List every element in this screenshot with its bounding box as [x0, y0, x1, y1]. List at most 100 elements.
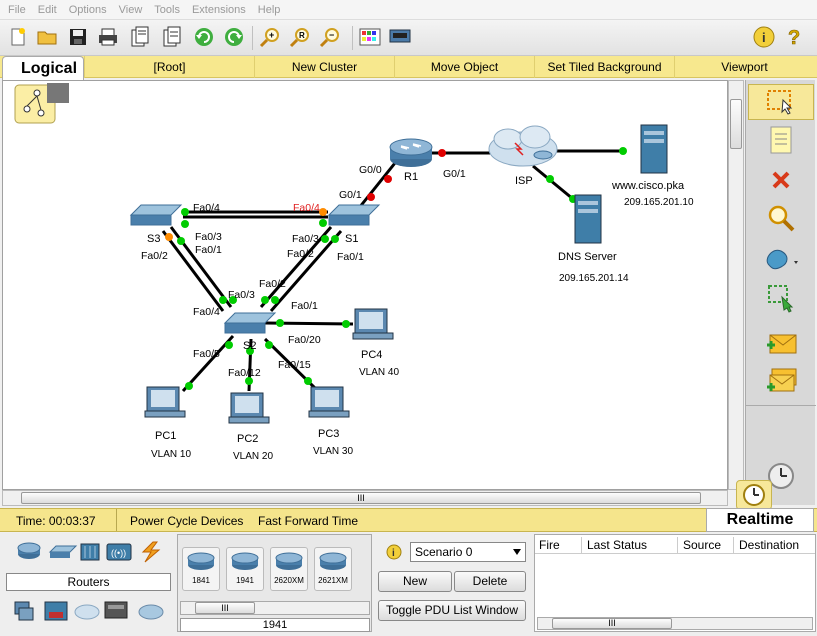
logical-tab[interactable]: Logical [2, 56, 84, 82]
add-complex-pdu-icon[interactable] [748, 364, 814, 400]
end-devices-category-icon[interactable] [14, 601, 34, 621]
vertical-scroll-thumb[interactable] [730, 99, 742, 149]
zoom-in-icon[interactable]: + [258, 25, 282, 49]
menu-view[interactable]: View [119, 4, 143, 16]
multiuser-category-icon[interactable] [138, 604, 164, 620]
info-icon[interactable]: i [752, 25, 776, 49]
pc4-icon[interactable] [352, 308, 394, 340]
logical-view-icon[interactable] [14, 83, 69, 124]
scenario-select[interactable]: Scenario 0 [410, 542, 526, 562]
model-2621xm[interactable]: 2621XM [314, 547, 352, 591]
menu-extensions[interactable]: Extensions [192, 4, 246, 16]
undo-icon[interactable] [192, 25, 216, 49]
palette-icon[interactable] [358, 25, 382, 49]
save-icon[interactable] [66, 25, 90, 49]
main-toolbar: + R − i ? [0, 20, 817, 56]
pc3-icon[interactable] [308, 386, 350, 418]
menu-edit[interactable]: Edit [38, 4, 57, 16]
logical-workspace[interactable]: R1 ISP www.cisco.pka 209.165.201.10 DNS … [2, 80, 728, 490]
pc1-icon[interactable] [144, 386, 186, 418]
select-tool-icon[interactable] [748, 84, 814, 120]
switches-category-icon[interactable] [48, 545, 78, 558]
menu-options[interactable]: Options [69, 4, 107, 16]
port-label: Fa0/1 [291, 300, 318, 312]
router-r1-icon[interactable] [389, 138, 433, 167]
print-icon[interactable] [96, 25, 120, 49]
isp-cloud-icon[interactable] [488, 125, 558, 167]
www-label: www.cisco.pka [611, 180, 685, 192]
port-label: Fa0/2 [141, 250, 168, 262]
zoom-reset-icon[interactable]: R [288, 25, 312, 49]
column-header-destination[interactable]: Destination [739, 538, 799, 552]
draw-shape-tool-icon[interactable] [748, 240, 814, 276]
canvas-vertical-scrollbar[interactable] [728, 80, 744, 490]
column-header-source[interactable]: Source [683, 538, 721, 552]
pdu-scroll-thumb[interactable]: III [552, 618, 672, 629]
port-label: Fa0/15 [278, 359, 311, 371]
dns-server-icon[interactable] [574, 194, 602, 244]
new-file-icon[interactable] [6, 25, 30, 49]
resize-shape-tool-icon[interactable] [748, 280, 814, 316]
menu-help[interactable]: Help [258, 4, 281, 16]
open-folder-icon[interactable] [36, 25, 60, 49]
activity-wizard-icon[interactable] [128, 25, 152, 49]
link-s3-s2-b [161, 230, 225, 312]
new-scenario-button[interactable]: New [378, 571, 452, 592]
scenario-info-icon[interactable]: i [386, 544, 402, 560]
zoom-out-icon[interactable]: − [318, 25, 342, 49]
note-tool-icon[interactable] [748, 122, 814, 158]
delete-scenario-button[interactable]: Delete [454, 571, 526, 592]
column-header-last-status[interactable]: Last Status [587, 538, 647, 552]
www-server-icon[interactable] [640, 124, 668, 174]
wireless-category-icon[interactable]: ((•)) [106, 543, 132, 561]
port-label: Fa0/3 [195, 231, 222, 243]
power-cycle-button[interactable]: Power Cycle Devices [130, 514, 243, 528]
model-1941[interactable]: 1941 [226, 547, 264, 591]
toggle-pdu-list-button[interactable]: Toggle PDU List Window [378, 600, 526, 621]
delete-tool-icon[interactable] [748, 162, 814, 198]
hubs-category-icon[interactable] [80, 543, 100, 561]
realtime-mode-icon[interactable] [736, 480, 772, 510]
move-object-button[interactable]: Move Object [394, 56, 534, 78]
connections-category-icon[interactable] [141, 541, 161, 563]
help-icon[interactable]: ? [783, 25, 807, 49]
model-2620xm[interactable]: 2620XM [270, 547, 308, 591]
wan-emulation-category-icon[interactable] [74, 604, 100, 620]
routers-category-icon[interactable] [17, 542, 41, 559]
custom-device-icon[interactable] [388, 25, 412, 49]
port-label: G0/1 [443, 168, 466, 180]
link-lights [165, 147, 627, 390]
scenario-selected-value: Scenario 0 [415, 545, 473, 559]
copy-icon[interactable] [160, 25, 184, 49]
inspect-tool-icon[interactable] [748, 200, 814, 236]
security-category-icon[interactable] [44, 601, 68, 621]
root-button[interactable]: [Root] [84, 56, 254, 78]
new-cluster-button[interactable]: New Cluster [254, 56, 394, 78]
pc2-icon[interactable] [228, 392, 270, 424]
fast-forward-button[interactable]: Fast Forward Time [258, 514, 358, 528]
switch-s3-icon[interactable] [129, 204, 183, 226]
model-1841[interactable]: 1841 [182, 547, 220, 591]
column-header-fire[interactable]: Fire [539, 538, 560, 552]
set-tiled-background-button[interactable]: Set Tiled Background [534, 56, 674, 78]
canvas-horizontal-scrollbar[interactable]: III [2, 490, 728, 506]
realtime-tab[interactable]: Realtime [706, 508, 814, 532]
model-scroll-thumb[interactable]: III [195, 602, 255, 614]
horizontal-scroll-thumb[interactable]: III [21, 492, 701, 504]
menu-tools[interactable]: Tools [154, 4, 180, 16]
redo-icon[interactable] [222, 25, 246, 49]
add-simple-pdu-icon[interactable] [748, 326, 814, 362]
menu-bar: File Edit Options View Tools Extensions … [0, 0, 817, 20]
dns-ip-label: 209.165.201.14 [559, 273, 629, 284]
port-label: Fa0/4 [193, 202, 220, 214]
svg-text:i: i [762, 30, 766, 45]
s3-label: S3 [147, 233, 160, 245]
switch-s1-icon[interactable] [327, 204, 381, 226]
pdu-table-scrollbar[interactable]: III [537, 617, 813, 630]
menu-file[interactable]: File [8, 4, 26, 16]
model-name: 1841 [192, 576, 210, 585]
model-list-scrollbar[interactable]: III [180, 601, 370, 615]
custom-devices-category-icon[interactable] [104, 601, 128, 619]
port-label: Fa0/3 [292, 233, 319, 245]
viewport-button[interactable]: Viewport [674, 56, 814, 78]
